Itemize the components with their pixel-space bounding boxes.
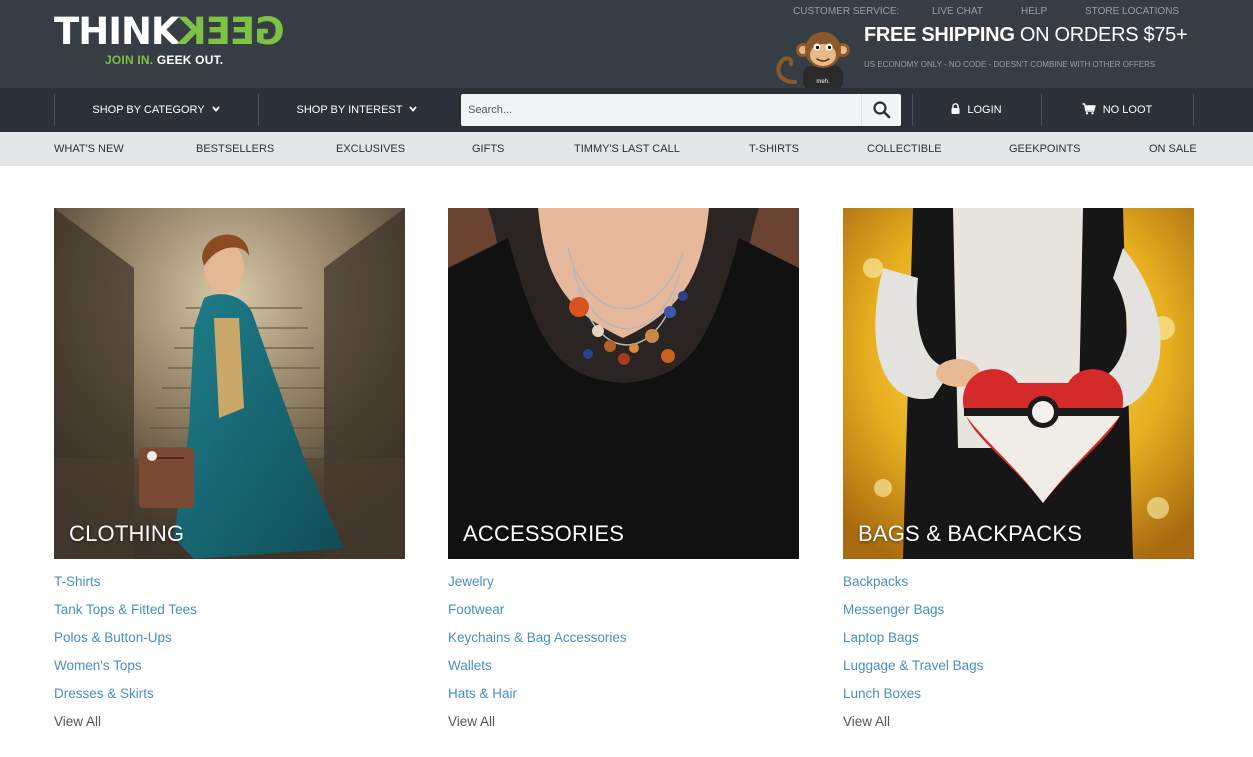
category-link[interactable]: Keychains & Bag Accessories xyxy=(448,630,627,658)
category-title: CLOTHING xyxy=(69,521,185,546)
search-box xyxy=(461,94,901,126)
category-link[interactable]: Lunch Boxes xyxy=(843,686,983,714)
subnav-geekpoints[interactable]: GEEKPOINTS xyxy=(1009,132,1081,167)
clothing-photo xyxy=(54,208,405,559)
view-all-link[interactable]: View All xyxy=(448,714,627,742)
free-shipping-threshold: ON ORDERS $75+ xyxy=(1019,24,1188,46)
category-link[interactable]: Hats & Hair xyxy=(448,686,627,714)
nav-divider xyxy=(1193,94,1194,126)
category-link[interactable]: Laptop Bags xyxy=(843,630,983,658)
search-icon xyxy=(873,101,891,119)
category-link[interactable]: Luggage & Travel Bags xyxy=(843,658,983,686)
thinkgeek-logo[interactable]: THINKGEEK JOIN IN. GEEK OUT. xyxy=(54,10,294,72)
search-input[interactable] xyxy=(461,94,861,126)
subnav-exclusives[interactable]: EXCLUSIVES xyxy=(336,132,405,167)
login-label: LOGIN xyxy=(967,104,1002,116)
shop-by-category-label: SHOP BY CATEGORY xyxy=(92,104,205,116)
category-link[interactable]: Backpacks xyxy=(843,574,983,602)
search-button[interactable] xyxy=(861,94,901,126)
customer-service-label: CUSTOMER SERVICE: xyxy=(793,6,900,17)
view-all-link[interactable]: View All xyxy=(54,714,197,742)
main-navigation: SHOP BY CATEGORY SHOP BY INTEREST LOGIN … xyxy=(0,88,1253,132)
subnav-timmys-last-call[interactable]: TIMMY'S LAST CALL xyxy=(574,132,680,167)
site-header: THINKGEEK JOIN IN. GEEK OUT. CUSTOMER SE… xyxy=(0,0,1253,88)
free-shipping-banner[interactable]: FREE SHIPPING ON ORDERS $75+ xyxy=(864,24,1188,47)
help-link[interactable]: HELP xyxy=(1021,6,1047,17)
category-bags-backpacks: BAGS & BACKPACKS Backpacks Messenger Bag… xyxy=(843,208,1194,729)
monkey-mascot-icon: meh. xyxy=(776,32,850,88)
live-chat-link[interactable]: LIVE CHAT xyxy=(932,6,983,17)
subnav-t-shirts[interactable]: T-SHIRTS xyxy=(749,132,799,167)
subnav-whats-new[interactable]: WHAT'S NEW xyxy=(54,132,124,167)
subnav-collectible[interactable]: COLLECTIBLE xyxy=(867,132,942,167)
category-link-list: T-Shirts Tank Tops & Fitted Tees Polos &… xyxy=(54,574,197,742)
bags-backpacks-image[interactable]: BAGS & BACKPACKS xyxy=(843,208,1194,559)
category-link[interactable]: Messenger Bags xyxy=(843,602,983,630)
category-link[interactable]: Tank Tops & Fitted Tees xyxy=(54,602,197,630)
chevron-down-icon xyxy=(409,106,418,112)
subnav-bestsellers[interactable]: BESTSELLERS xyxy=(196,132,274,167)
subnav-gifts[interactable]: GIFTS xyxy=(472,132,504,167)
lock-icon xyxy=(951,103,960,115)
clothing-image[interactable]: CLOTHING xyxy=(54,208,405,559)
view-all-link[interactable]: View All xyxy=(843,714,983,742)
category-clothing: CLOTHING T-Shirts Tank Tops & Fitted Tee… xyxy=(54,208,405,729)
shop-by-category-dropdown[interactable]: SHOP BY CATEGORY xyxy=(54,88,258,132)
cart-icon xyxy=(1082,102,1096,115)
login-link[interactable]: LOGIN xyxy=(912,88,1041,132)
category-link[interactable]: Wallets xyxy=(448,658,627,686)
logo-tagline: JOIN IN. GEEK OUT. xyxy=(54,53,294,67)
shop-by-interest-label: SHOP BY INTEREST xyxy=(296,104,403,116)
cart-label: NO LOOT xyxy=(1102,104,1153,116)
category-link[interactable]: Jewelry xyxy=(448,574,627,602)
mascot-shirt-text: meh. xyxy=(816,79,830,85)
category-link-list: Jewelry Footwear Keychains & Bag Accesso… xyxy=(448,574,627,742)
tagline-join-in: JOIN IN. xyxy=(105,53,154,67)
category-link[interactable]: Footwear xyxy=(448,602,627,630)
category-link[interactable]: T-Shirts xyxy=(54,574,197,602)
subnav-on-sale[interactable]: ON SALE xyxy=(1149,132,1197,167)
cart-link[interactable]: NO LOOT xyxy=(1041,88,1193,132)
secondary-navigation: WHAT'S NEW BESTSELLERS EXCLUSIVES GIFTS … xyxy=(0,132,1253,166)
logo-geek-text: GEEK xyxy=(178,10,285,53)
store-locations-link[interactable]: STORE LOCATIONS xyxy=(1085,6,1179,17)
accessories-image[interactable]: ACCESSORIES xyxy=(448,208,799,559)
tagline-geek-out: GEEK OUT. xyxy=(156,53,224,67)
category-link-list: Backpacks Messenger Bags Laptop Bags Lug… xyxy=(843,574,983,742)
accessories-photo xyxy=(448,208,799,559)
logo-think-text: THINK xyxy=(54,10,180,53)
free-shipping-bold: FREE SHIPPING xyxy=(864,24,1015,46)
category-link[interactable]: Polos & Button-Ups xyxy=(54,630,197,658)
category-accessories: ACCESSORIES Jewelry Footwear Keychains &… xyxy=(448,208,799,729)
category-title: BAGS & BACKPACKS xyxy=(858,521,1083,546)
free-shipping-fine-print: US ECONOMY ONLY - NO CODE - DOESN'T COMB… xyxy=(864,60,1156,69)
bags-backpacks-photo xyxy=(843,208,1194,559)
shop-by-interest-dropdown[interactable]: SHOP BY INTEREST xyxy=(258,88,456,132)
category-link[interactable]: Women's Tops xyxy=(54,658,197,686)
logo-wordmark: THINKGEEK xyxy=(54,10,294,53)
category-title: ACCESSORIES xyxy=(463,521,625,546)
category-link[interactable]: Dresses & Skirts xyxy=(54,686,197,714)
chevron-down-icon xyxy=(211,106,220,112)
